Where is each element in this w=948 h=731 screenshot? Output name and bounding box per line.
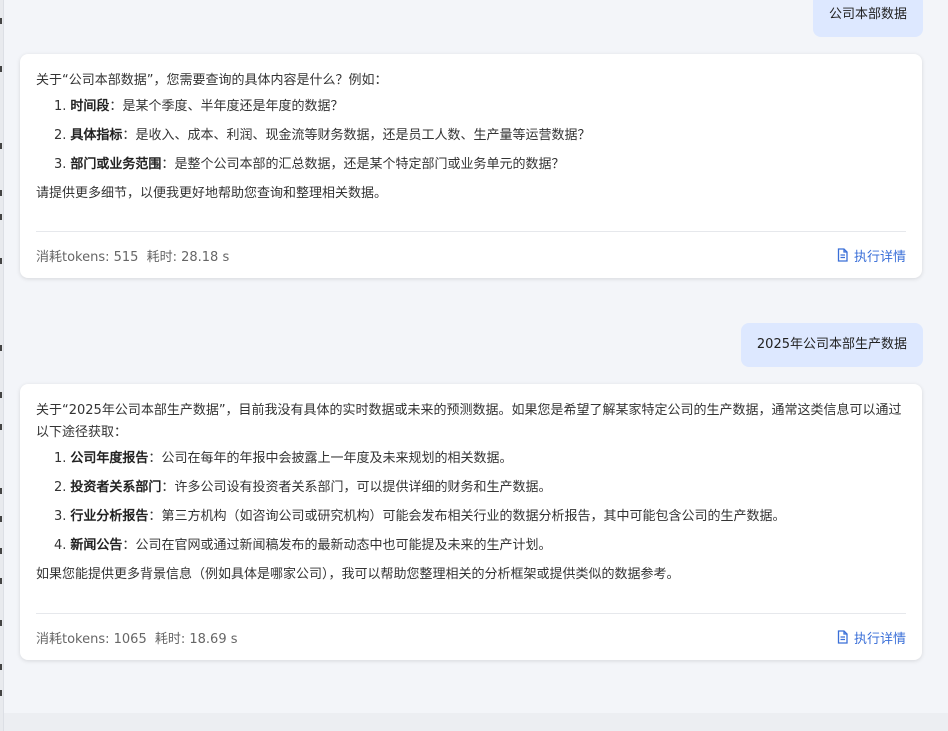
user-message: 2025年公司本部生产数据: [740, 323, 923, 367]
user-message-text: 公司本部数据: [828, 7, 907, 22]
elapsed-time: 耗时: 18.69 s: [154, 631, 238, 647]
reply-list: 1. 公司年度报告：公司在每年的年报中会披露上一年度及未来规划的相关数据。 2. 投…: [36, 448, 906, 557]
list-item-text: 许多公司设有投资者关系部门，可以提供详细的财务和生产数据。: [174, 480, 552, 495]
list-separator: ：: [148, 451, 162, 466]
assistant-message-card: 关于“公司本部数据”，您需要查询的具体内容是什么？例如： 1. 时间段：是某个季度…: [20, 54, 922, 278]
execution-details-label: 执行详情: [853, 249, 906, 265]
list-item: 1. 时间段：是某个季度、半年度还是年度的数据？: [54, 96, 906, 118]
reply-outro: 请提供更多细节，以便我更好地帮助您查询和整理相关数据。: [36, 186, 388, 201]
execution-details-label: 执行详情: [853, 631, 906, 647]
bottom-input-area-edge: [4, 713, 948, 731]
list-separator: ：: [122, 128, 136, 143]
user-message: 公司本部数据: [812, 0, 923, 37]
list-item-text: 第三方机构（如咨询公司或研究机构）可能会发布相关行业的数据分析报告，其中可能包含…: [161, 509, 786, 524]
document-icon: [837, 630, 848, 644]
list-item: 1. 公司年度报告：公司在每年的年报中会披露上一年度及未来规划的相关数据。: [54, 448, 906, 470]
message-footer: 消耗tokens: 515 耗时: 28.18 s 执行详情: [36, 231, 906, 278]
list-item-label: 行业分析报告: [70, 509, 149, 524]
list-item-label: 公司年度报告: [70, 451, 149, 466]
list-number: 1.: [54, 99, 67, 114]
list-item-label: 时间段: [70, 99, 110, 114]
reply-outro: 如果您能提供更多背景信息（例如具体是哪家公司），我可以帮助您整理相关的分析框架或…: [36, 567, 680, 582]
list-separator: ：: [109, 99, 123, 114]
list-item-label: 部门或业务范围: [70, 157, 162, 172]
usage-metrics: 消耗tokens: 515 耗时: 28.18 s: [36, 246, 233, 265]
list-item: 3. 部门或业务范围：是整个公司本部的汇总数据，还是某个特定部门或业务单元的数据？: [54, 154, 906, 176]
list-separator: ：: [148, 509, 162, 524]
message-footer: 消耗tokens: 1065 耗时: 18.69 s 执行详情: [36, 613, 906, 660]
tokens-count: 消耗tokens: 515: [36, 249, 139, 265]
tokens-count: 消耗tokens: 1065: [36, 631, 147, 647]
list-item-label: 投资者关系部门: [70, 480, 162, 495]
list-separator: ：: [122, 538, 136, 553]
list-number: 1.: [54, 451, 67, 466]
execution-details-button[interactable]: 执行详情: [836, 246, 906, 265]
reply-intro: 关于“2025年公司本部生产数据”，目前我没有具体的实时数据或未来的预测数据。如…: [36, 403, 902, 440]
list-item-text: 公司在每年的年报中会披露上一年度及未来规划的相关数据。: [161, 451, 513, 466]
list-item-text: 是收入、成本、利润、现金流等财务数据，还是员工人数、生产量等运营数据？: [135, 128, 591, 143]
list-separator: ：: [161, 157, 175, 172]
document-icon: [837, 248, 848, 262]
list-separator: ：: [161, 480, 175, 495]
list-item-text: 是某个季度、半年度还是年度的数据？: [122, 99, 344, 114]
list-item-label: 具体指标: [70, 128, 123, 143]
list-item: 3. 行业分析报告：第三方机构（如咨询公司或研究机构）可能会发布相关行业的数据分析…: [54, 506, 906, 528]
list-number: 3.: [54, 509, 67, 524]
list-item: 4. 新闻公告：公司在官网或通过新闻稿发布的最新动态中也可能提及未来的生产计划。: [54, 535, 906, 557]
reply-list: 1. 时间段：是某个季度、半年度还是年度的数据？ 2. 具体指标：是收入、成本、利润…: [36, 96, 906, 176]
execution-details-button[interactable]: 执行详情: [836, 628, 906, 647]
reply-intro: 关于“公司本部数据”，您需要查询的具体内容是什么？例如：: [36, 73, 388, 88]
usage-metrics: 消耗tokens: 1065 耗时: 18.69 s: [36, 628, 242, 647]
list-item: 2. 具体指标：是收入、成本、利润、现金流等财务数据，还是员工人数、生产量等运营数…: [54, 125, 906, 147]
elapsed-time: 耗时: 28.18 s: [146, 249, 230, 265]
list-number: 4.: [54, 538, 67, 553]
list-number: 3.: [54, 157, 67, 172]
user-message-text: 2025年公司本部生产数据: [756, 337, 907, 352]
list-number: 2.: [54, 128, 67, 143]
list-item: 2. 投资者关系部门：许多公司设有投资者关系部门，可以提供详细的财务和生产数据。: [54, 477, 906, 499]
list-item-label: 新闻公告: [70, 538, 123, 553]
assistant-message-card: 关于“2025年公司本部生产数据”，目前我没有具体的实时数据或未来的预测数据。如…: [20, 384, 922, 660]
list-item-text: 是整个公司本部的汇总数据，还是某个特定部门或业务单元的数据？: [174, 157, 565, 172]
chat-area: 公司本部数据 关于“公司本部数据”，您需要查询的具体内容是什么？例如： 1. 时间…: [4, 0, 948, 731]
list-item-text: 公司在官网或通过新闻稿发布的最新动态中也可能提及未来的生产计划。: [135, 538, 552, 553]
list-number: 2.: [54, 480, 67, 495]
